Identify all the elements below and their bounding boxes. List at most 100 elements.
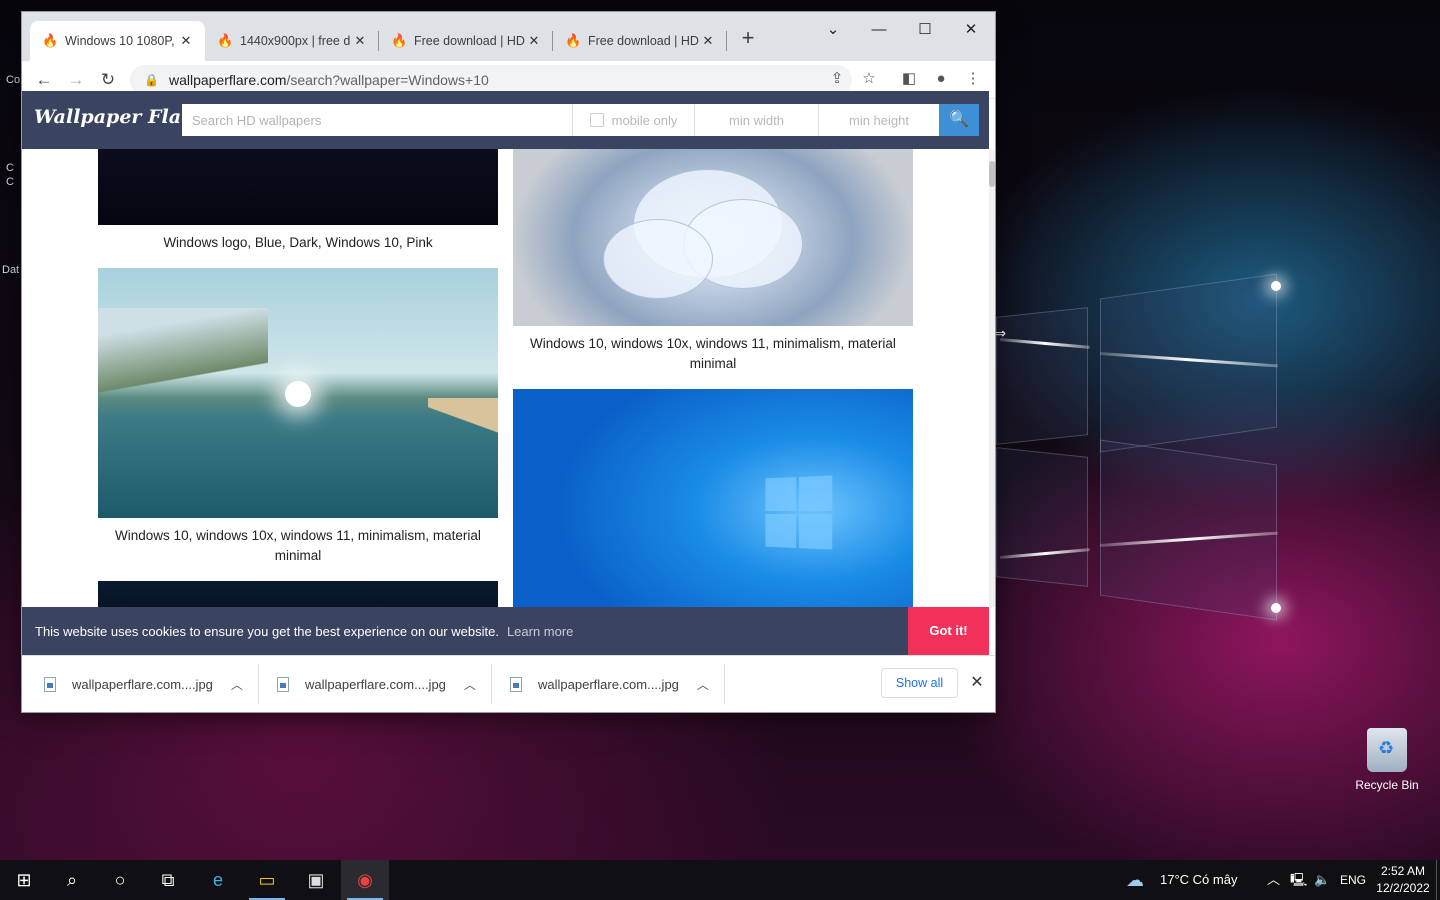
tab-free-download-2[interactable]: 🔥 Free download | HD ✕ <box>553 21 727 61</box>
bloom-graphic <box>603 219 713 299</box>
clock-date: 12/2/2022 <box>1376 881 1430 895</box>
bookmark-star-icon[interactable]: ☆ <box>856 66 882 92</box>
desktop-icon-label[interactable]: Co <box>6 74 20 86</box>
tab-1440x900[interactable]: 🔥 1440x900px | free d ✕ <box>205 21 379 61</box>
desktop-icon-label[interactable]: C <box>6 162 14 174</box>
download-separator <box>724 664 725 704</box>
volume-icon[interactable]: 🔈 <box>1314 860 1330 900</box>
download-filename: wallpaperflare.com....jpg <box>538 677 679 692</box>
recycle-bin-label: Recycle Bin <box>1355 778 1419 792</box>
desktop-icon-label[interactable]: C <box>6 176 14 188</box>
chevron-up-icon[interactable]: ︿ <box>697 676 709 693</box>
menu-kebab-icon[interactable]: ⋮ <box>960 66 986 92</box>
close-icon[interactable]: ✕ <box>525 33 543 49</box>
min-width-input[interactable]: min width <box>694 104 818 136</box>
file-explorer-icon[interactable]: ▭ <box>243 860 291 900</box>
url-host: wallpaperflare.com <box>168 72 287 88</box>
wallpaper-thumbnail[interactable] <box>513 149 913 326</box>
learn-more-link[interactable]: Learn more <box>507 624 573 639</box>
site-header: Wallpaper Flare mobile only min width mi… <box>22 91 989 149</box>
system-clock[interactable]: 2:52 AM 12/2/2022 <box>1372 863 1434 897</box>
tab-free-download-1[interactable]: 🔥 Free download | HD ✕ <box>379 21 553 61</box>
close-window-button[interactable]: ✕ <box>948 16 994 46</box>
light-glow <box>1271 603 1281 613</box>
wallpaper-pane <box>1100 439 1277 621</box>
scrollbar-thumb[interactable] <box>989 161 995 187</box>
forward-arrow-icon[interactable]: → <box>62 66 90 94</box>
wallpaper-thumbnail[interactable] <box>513 389 913 607</box>
wallpaper-thumbnail[interactable] <box>98 268 498 518</box>
network-icon[interactable]: 🖳 <box>1290 860 1307 900</box>
chevron-up-icon[interactable]: ︿ <box>464 676 476 693</box>
wallpaper-caption[interactable]: Windows logo, Blue, Dark, Windows 10, Pi… <box>98 233 498 253</box>
mobile-only-toggle[interactable]: mobile only <box>572 104 694 136</box>
tab-title: Free download | HD <box>414 34 525 48</box>
weather-text[interactable]: 17°C Có mây <box>1160 860 1237 900</box>
desktop-icon-label[interactable]: Dat <box>2 264 19 276</box>
share-icon[interactable]: ⇪ <box>824 66 850 92</box>
tab-title: Windows 10 1080P, <box>65 34 175 48</box>
recycle-bin[interactable]: Recycle Bin <box>1347 728 1427 792</box>
tab-separator <box>726 31 727 51</box>
tab-search-button[interactable]: ⌄ <box>810 16 856 46</box>
show-all-downloads-button[interactable]: Show all <box>881 668 958 698</box>
cookie-message: This website uses cookies to ensure you … <box>35 623 499 639</box>
tab-windows-10[interactable]: 🔥 Windows 10 1080P, ✕ <box>30 21 205 61</box>
image-file-icon <box>510 677 522 692</box>
search-input[interactable] <box>182 104 572 136</box>
mobile-only-checkbox[interactable] <box>589 113 604 127</box>
back-arrow-icon[interactable]: ← <box>30 66 58 94</box>
download-item[interactable]: wallpaperflare.com....jpg ︿ <box>277 656 476 712</box>
wallpaper-thumbnail[interactable] <box>98 149 498 225</box>
lock-icon: 🔒 <box>144 73 159 87</box>
sun-graphic <box>285 381 311 407</box>
wallpaper-caption[interactable]: Windows 10, windows 10x, windows 11, min… <box>98 526 498 566</box>
minimize-button[interactable]: — <box>856 16 902 46</box>
wallpaper-thumbnail[interactable] <box>98 581 498 607</box>
search-icon[interactable]: ⌕ <box>48 860 96 900</box>
wallpaper-pane <box>996 447 1088 587</box>
download-item[interactable]: wallpaperflare.com....jpg ︿ <box>510 656 709 712</box>
min-height-input[interactable]: min height <box>818 104 939 136</box>
chrome-window: 🔥 Windows 10 1080P, ✕ 🔥 1440x900px | fre… <box>22 12 995 712</box>
download-item[interactable]: wallpaperflare.com....jpg ︿ <box>44 656 243 712</box>
close-icon[interactable]: ✕ <box>351 33 369 49</box>
show-desktop-button[interactable] <box>1436 860 1437 900</box>
cortana-icon[interactable]: ○ <box>96 860 144 900</box>
download-filename: wallpaperflare.com....jpg <box>305 677 446 692</box>
edge-browser-icon[interactable]: e <box>194 860 242 900</box>
side-panel-icon[interactable]: ◧ <box>896 66 922 92</box>
chrome-icon[interactable]: ◉ <box>341 860 389 900</box>
close-icon[interactable]: ✕ <box>699 33 717 49</box>
search-button[interactable]: 🔍 <box>939 104 979 136</box>
close-icon[interactable]: ✕ <box>966 670 988 696</box>
wallpaper-caption[interactable]: Windows 10, windows 10x, windows 11, min… <box>513 334 913 374</box>
close-icon[interactable]: ✕ <box>177 33 195 49</box>
chevron-up-icon[interactable]: ︿ <box>231 676 243 693</box>
site-logo[interactable]: Wallpaper Flare <box>34 106 203 128</box>
flame-favicon-icon: 🔥 <box>565 33 582 48</box>
light-glow <box>1271 281 1281 291</box>
download-filename: wallpaperflare.com....jpg <box>72 677 213 692</box>
profile-avatar-icon[interactable]: ● <box>928 66 954 92</box>
mountain-graphic <box>98 308 268 418</box>
reload-icon[interactable]: ↻ <box>94 66 122 94</box>
page-scrollbar[interactable] <box>989 149 995 607</box>
desktop-left-icons: Co C C Dat <box>0 30 22 290</box>
mobile-only-label: mobile only <box>611 112 678 128</box>
new-tab-button[interactable]: + <box>734 25 762 53</box>
tab-title: 1440x900px | free d <box>240 34 351 48</box>
cookie-accept-button[interactable]: Got it! <box>908 607 989 655</box>
shore-graphic <box>428 398 498 458</box>
recycle-bin-icon <box>1367 728 1407 772</box>
maximize-button[interactable]: ☐ <box>902 16 948 46</box>
wallpaper-pane <box>996 307 1088 445</box>
image-file-icon <box>277 677 289 692</box>
language-indicator[interactable]: ENG <box>1340 860 1366 900</box>
clock-time: 2:52 AM <box>1380 864 1426 878</box>
store-icon[interactable]: ▣ <box>292 860 340 900</box>
cloud-weather-icon[interactable]: ☁ <box>1126 860 1144 900</box>
task-view-icon[interactable]: ⧉ <box>144 860 192 900</box>
chevron-up-icon[interactable]: ︿ <box>1267 860 1280 900</box>
windows-start-icon[interactable]: ⊞ <box>0 860 48 900</box>
